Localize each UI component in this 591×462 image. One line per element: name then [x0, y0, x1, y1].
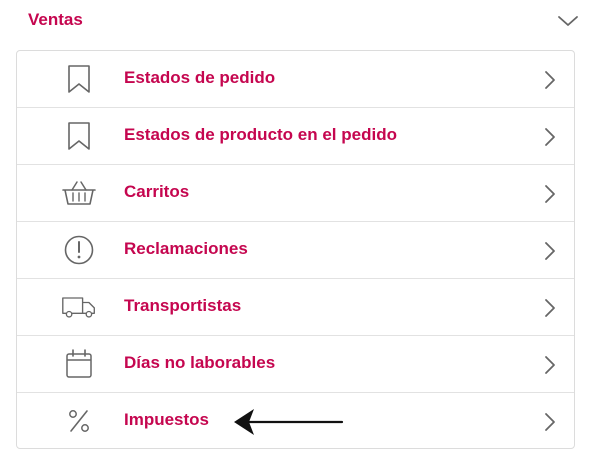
menu-item-transportistas[interactable]: Transportistas: [17, 279, 574, 336]
chevron-right-icon: [545, 413, 555, 431]
menu-item-estados-de-pedido[interactable]: Estados de pedido: [17, 51, 574, 108]
chevron-right-icon: [545, 299, 555, 317]
percent-icon: [61, 405, 97, 437]
chevron-down-icon[interactable]: [556, 13, 580, 29]
chevron-right-icon: [545, 242, 555, 260]
bookmark-icon: [61, 63, 97, 95]
chevron-right-icon: [545, 71, 555, 89]
menu-item-label: Carritos: [124, 182, 190, 201]
menu-item-carritos[interactable]: Carritos: [17, 165, 574, 222]
calendar-icon: [61, 348, 97, 380]
chevron-right-icon: [545, 185, 555, 203]
section-header-ventas[interactable]: Ventas: [0, 0, 591, 44]
menu-item-label: Transportistas: [124, 296, 242, 315]
chevron-right-icon: [545, 128, 555, 146]
chevron-right-icon: [545, 356, 555, 374]
bookmark-icon: [61, 120, 97, 152]
menu-item-label: Días no laborables: [124, 353, 276, 372]
menu-item-label: Estados de pedido: [124, 68, 276, 87]
basket-icon: [61, 177, 97, 209]
menu-item-dias-no-laborables[interactable]: Días no laborables: [17, 336, 574, 393]
section-title: Ventas: [28, 10, 83, 29]
truck-icon: [61, 291, 97, 323]
menu-item-label: Reclamaciones: [124, 239, 248, 258]
alert-circle-icon: [61, 234, 97, 266]
menu-item-label: Estados de producto en el pedido: [124, 125, 397, 144]
menu-item-reclamaciones[interactable]: Reclamaciones: [17, 222, 574, 279]
menu-item-label: Impuestos: [124, 410, 210, 429]
arrow-left-icon: [234, 409, 344, 435]
menu-item-estados-de-producto[interactable]: Estados de producto en el pedido: [17, 108, 574, 165]
ventas-menu: Estados de pedido Estados de producto en…: [16, 50, 575, 449]
